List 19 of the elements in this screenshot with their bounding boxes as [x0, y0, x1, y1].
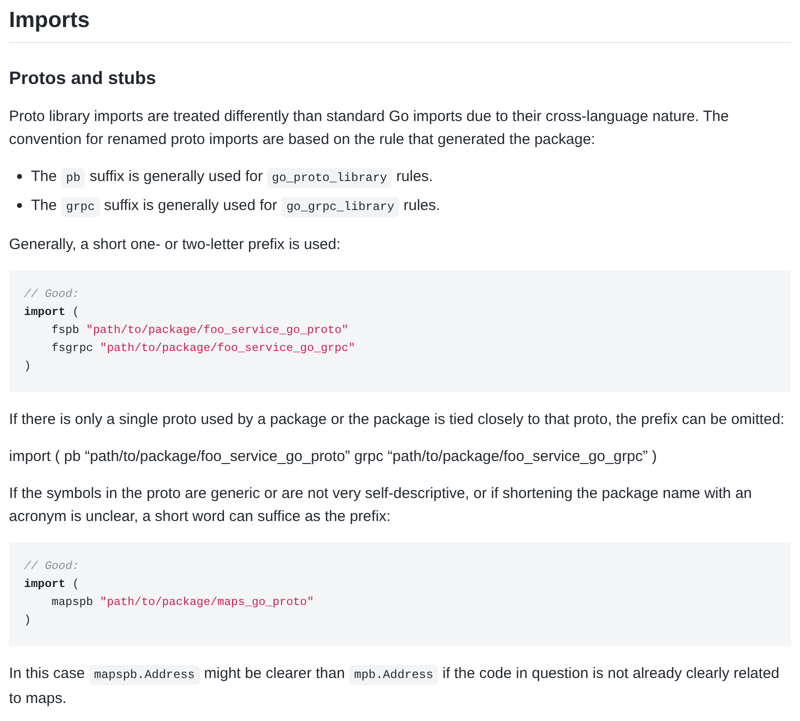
code-line: ) [24, 613, 31, 629]
code-line: // Good: [24, 559, 80, 575]
paragraph: Proto library imports are treated differently than standard Go imports due to their cross-language nature. The convention for renamed proto imports are based on the rule that generated the package: [9, 107, 730, 150]
section-heading: Protos and stubs [9, 67, 158, 90]
code-line: import ( [24, 577, 80, 593]
paragraph: In this case mapspb.Address might be clearer than mpb.Address if the code in question is not already clearly related to maps. [9, 664, 780, 709]
page-heading: Imports [9, 6, 791, 43]
code-line: fspb "path/to/package/foo_service_go_proto" [50, 323, 348, 339]
code-line: import ( [24, 305, 80, 321]
code-line: fsgrpc "path/to/package/foo_service_go_grpc" [50, 341, 356, 357]
code-line: // Good: [24, 287, 80, 303]
list-item: The grpc suffix is generally used for go_grpc_library rules. [17, 194, 440, 219]
paragraph: If there is only a single proto used by a package or the package is tied closely to that proto, the prefix can be omitted: [9, 410, 786, 430]
paragraph: Generally, a short one- or two-letter prefix is used: [9, 235, 342, 255]
list-item: The pb suffix is generally used for go_proto_library rules. [17, 165, 433, 190]
code-line: mapspb "path/to/package/maps_go_proto" [50, 595, 314, 611]
paragraph: If the symbols in the proto are generic or are not very self-descriptive, or if shortening the package name with an acronym is unclear, a short word can suffice as the prefix: [9, 484, 753, 527]
paragraph: import ( pb “path/to/package/foo_service_go_proto” grpc “path/to/package/foo_service_go_grpc” ) [9, 447, 658, 467]
code-line: ) [24, 359, 31, 375]
